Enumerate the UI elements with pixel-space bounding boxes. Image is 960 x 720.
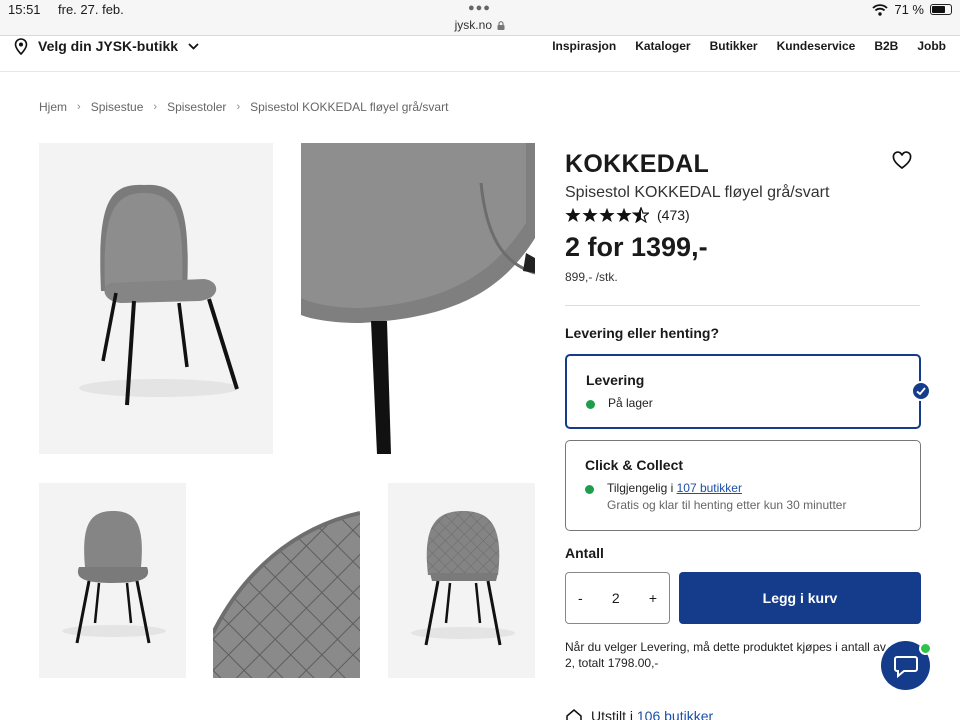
quantity-value[interactable]: 2: [612, 590, 620, 606]
breadcrumb-spisestoler[interactable]: Spisestoler: [167, 100, 226, 114]
breadcrumb: Hjem › Spisestue › Spisestoler › Spisest…: [39, 100, 448, 114]
delivery-note: Når du velger Levering, må dette produkt…: [565, 640, 886, 670]
option-detail: Gratis og klar til henting etter kun 30 …: [607, 498, 847, 512]
delivery-option-click-collect[interactable]: Click & Collect Tilgjengelig i 107 butik…: [565, 440, 921, 531]
product-title: KOKKEDAL: [565, 150, 710, 178]
store-selector-label: Velg din JYSK-butikk: [38, 38, 179, 54]
option-status: Tilgjengelig i 107 butikker: [607, 481, 742, 495]
status-time: 15:51: [8, 2, 41, 17]
chevron-right-icon: ›: [153, 101, 158, 113]
battery-fill: [932, 6, 945, 13]
divider: [565, 305, 920, 306]
increment-button[interactable]: +: [649, 590, 657, 606]
battery-percent: 71 %: [894, 2, 924, 17]
product-image-main[interactable]: [39, 143, 273, 454]
url-text: jysk.no: [454, 18, 492, 32]
battery-icon: [930, 4, 952, 15]
quantity-label: Antall: [565, 545, 604, 561]
wifi-icon: [872, 3, 888, 16]
breadcrumb-hjem[interactable]: Hjem: [39, 100, 67, 114]
nav-butikker[interactable]: Butikker: [710, 39, 758, 53]
in-stock-dot-icon: [585, 485, 594, 494]
chat-button[interactable]: [881, 641, 932, 690]
chevron-right-icon: ›: [236, 101, 241, 113]
checkmark-icon: [911, 381, 931, 401]
unit-price: 899,- /stk.: [565, 270, 618, 284]
status-bar: 15:51 fre. 27. feb. ●●● jysk.no 71 %: [0, 0, 960, 36]
lock-icon: [497, 21, 505, 30]
star-rating-icon: [565, 207, 649, 223]
stock-stores-link[interactable]: 106 butikker: [637, 708, 713, 720]
stock-prefix: Utstilt i: [591, 708, 637, 720]
nav-kataloger[interactable]: Kataloger: [635, 39, 690, 53]
main-nav: Inspirasjon Kataloger Butikker Kundeserv…: [552, 36, 946, 56]
add-to-cart-button[interactable]: Legg i kurv: [679, 572, 921, 624]
address-bar[interactable]: jysk.no: [0, 18, 960, 32]
rating-count: (473): [657, 207, 690, 223]
store-selector[interactable]: Velg din JYSK-butikk: [14, 36, 199, 56]
product-price: 2 for 1399,-: [565, 232, 708, 262]
quantity-stepper: - 2 +: [565, 572, 670, 624]
status-date: fre. 27. feb.: [58, 2, 124, 17]
nav-b2b[interactable]: B2B: [874, 39, 898, 53]
nav-kundeservice[interactable]: Kundeservice: [777, 39, 856, 53]
product-subtitle: Spisestol KOKKEDAL fløyel grå/svart: [565, 184, 830, 201]
chevron-right-icon: ›: [77, 101, 81, 113]
delivery-option-levering[interactable]: Levering På lager: [565, 354, 921, 429]
online-badge: [919, 642, 932, 655]
delivery-question: Levering eller henting?: [565, 325, 720, 341]
option-name: Click & Collect: [585, 457, 684, 473]
store-stock: Utstilt i 106 butikker: [565, 708, 713, 720]
option-status: På lager: [608, 396, 653, 410]
nav-inspirasjon[interactable]: Inspirasjon: [552, 39, 616, 53]
stores-link[interactable]: 107 butikker: [677, 481, 742, 495]
product-image-quilted-detail[interactable]: [213, 483, 360, 678]
product-rating[interactable]: (473): [565, 207, 690, 223]
location-pin-icon: [14, 37, 28, 55]
nav-jobb[interactable]: Jobb: [917, 39, 946, 53]
more-dots-icon[interactable]: ●●●: [468, 2, 491, 14]
decrement-button[interactable]: -: [578, 590, 583, 606]
product-image-front[interactable]: [39, 483, 186, 678]
product-image-seat-closeup[interactable]: [301, 143, 535, 454]
breadcrumb-current: Spisestol KOKKEDAL fløyel grå/svart: [250, 100, 449, 114]
site-header: Velg din JYSK-butikk Inspirasjon Katalog…: [0, 36, 960, 72]
option-name: Levering: [586, 372, 645, 388]
chat-bubble-icon: [893, 655, 918, 678]
breadcrumb-spisestue[interactable]: Spisestue: [91, 100, 144, 114]
store-icon: [566, 709, 582, 720]
product-image-back[interactable]: [388, 483, 535, 678]
in-stock-dot-icon: [586, 400, 595, 409]
status-right: 71 %: [872, 2, 952, 17]
status-prefix: Tilgjengelig i: [607, 481, 677, 495]
heart-icon[interactable]: [892, 151, 912, 171]
chevron-down-icon: [188, 42, 199, 50]
